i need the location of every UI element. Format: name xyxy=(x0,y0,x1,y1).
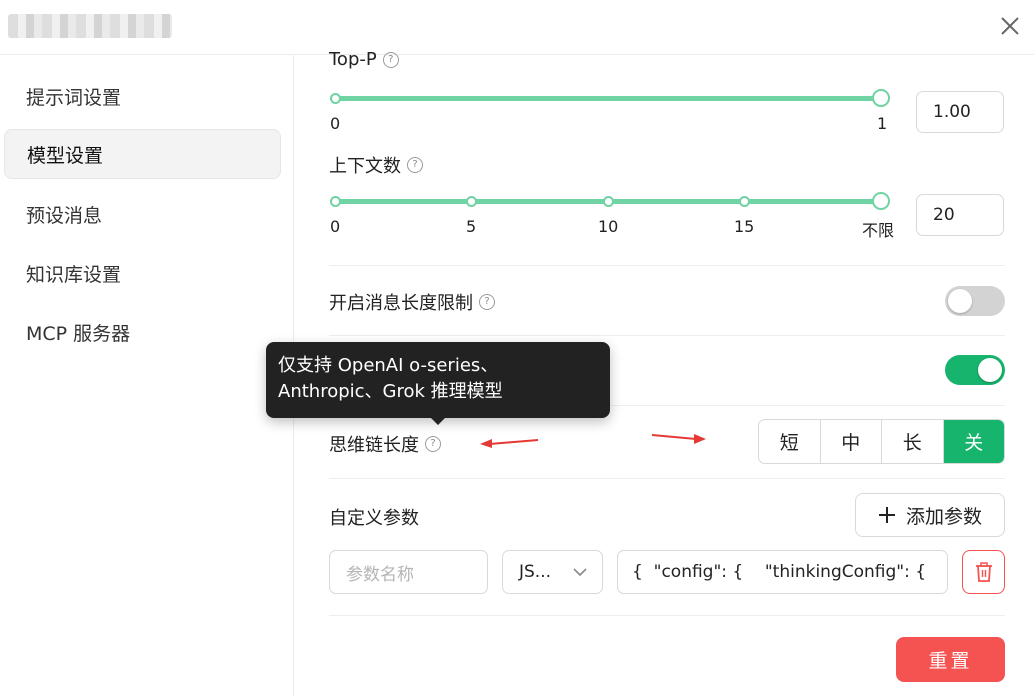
top-p-min-label: 0 xyxy=(330,114,341,133)
reasoning-option-short[interactable]: 短 xyxy=(759,420,821,463)
top-p-label: Top-P ? xyxy=(329,49,399,70)
close-button[interactable] xyxy=(994,10,1026,42)
reasoning-option-long[interactable]: 长 xyxy=(882,420,944,463)
trash-icon xyxy=(975,562,992,582)
context-slider-dot-15 xyxy=(739,196,750,207)
sidebar-item-label: 模型设置 xyxy=(27,144,104,167)
tooltip: 仅支持 OpenAI o-series、Anthropic、Grok 推理模型 xyxy=(266,342,610,418)
toggle-knob xyxy=(948,289,972,313)
top-p-slider-start-dot xyxy=(330,93,341,104)
param-value-text: { "config": { "thinkingConfig": { xyxy=(632,562,927,582)
top-p-label-text: Top-P xyxy=(329,49,377,70)
top-p-max-label: 1 xyxy=(877,114,888,133)
top-p-slider-track[interactable] xyxy=(335,96,881,101)
help-icon[interactable]: ? xyxy=(479,294,495,310)
divider xyxy=(329,335,1005,336)
param-type-value: JS... xyxy=(519,562,552,582)
top-p-input[interactable]: 1.00 xyxy=(916,91,1004,133)
divider xyxy=(329,478,1005,479)
reasoning-length-label-text: 思维链长度 xyxy=(329,435,419,456)
sidebar-item-model-settings[interactable]: 模型设置 xyxy=(4,129,281,179)
add-param-label: 添加参数 xyxy=(905,505,982,528)
help-icon[interactable]: ? xyxy=(407,157,423,173)
divider xyxy=(329,615,1005,616)
reasoning-option-off[interactable]: 关 xyxy=(943,420,1004,463)
tooltip-text: 仅支持 OpenAI o-series、Anthropic、Grok 推理模型 xyxy=(278,355,503,402)
sidebar-item-mcp-server[interactable]: MCP 服务器 xyxy=(4,307,281,357)
sidebar-item-label: 知识库设置 xyxy=(26,263,122,286)
length-limit-label-text: 开启消息长度限制 xyxy=(329,293,473,314)
context-count-label: 上下文数 ? xyxy=(329,152,423,178)
param-name-placeholder: 参数名称 xyxy=(346,564,414,585)
context-count-input-value: 20 xyxy=(933,205,955,225)
context-slider-dot-0 xyxy=(330,196,341,207)
close-icon xyxy=(1001,17,1019,35)
param-name-input[interactable]: 参数名称 xyxy=(329,550,488,594)
sidebar-item-knowledge-base[interactable]: 知识库设置 xyxy=(4,248,281,298)
sidebar-item-preset-messages[interactable]: 预设消息 xyxy=(4,189,281,239)
reset-button[interactable]: 重置 xyxy=(896,637,1005,682)
sidebar-item-label: 提示词设置 xyxy=(26,86,122,109)
left-arrow-annotation-icon xyxy=(480,439,539,448)
reasoning-option-medium[interactable]: 中 xyxy=(821,420,882,463)
dialog-header xyxy=(0,0,1034,55)
context-tick-label: 15 xyxy=(734,217,755,236)
sidebar-item-prompt-settings[interactable]: 提示词设置 xyxy=(4,71,281,121)
context-slider-handle[interactable] xyxy=(872,192,890,210)
param-type-select[interactable]: JS... xyxy=(502,550,603,594)
context-count-label-text: 上下文数 xyxy=(329,156,401,177)
length-limit-toggle[interactable] xyxy=(945,286,1005,316)
help-icon[interactable]: ? xyxy=(425,436,441,452)
divider xyxy=(329,265,1005,266)
top-p-slider-handle[interactable] xyxy=(872,89,890,107)
context-tick-label: 5 xyxy=(466,217,477,236)
right-arrow-annotation-icon xyxy=(651,434,706,444)
custom-params-label: 自定义参数 xyxy=(329,508,419,529)
plus-icon xyxy=(878,507,895,523)
top-p-input-value: 1.00 xyxy=(933,102,971,122)
context-slider-dot-10 xyxy=(603,196,614,207)
add-param-button[interactable]: 添加参数 xyxy=(855,493,1005,537)
tooltip-arrow xyxy=(430,417,446,425)
blurred-dialog-title xyxy=(8,14,172,38)
sidebar-item-label: MCP 服务器 xyxy=(26,322,131,345)
context-tick-label: 10 xyxy=(598,217,619,236)
chevron-down-icon xyxy=(573,568,587,577)
help-icon[interactable]: ? xyxy=(382,51,399,68)
param-value-input[interactable]: { "config": { "thinkingConfig": { xyxy=(617,550,948,594)
context-tick-label: 不限 xyxy=(862,221,895,240)
reasoning-length-segmented-control: 短 中 长 关 xyxy=(758,419,1005,464)
reasoning-length-label: 思维链长度 ? xyxy=(329,431,441,457)
toggle-knob xyxy=(978,358,1002,382)
length-limit-label: 开启消息长度限制 ? xyxy=(329,289,495,315)
delete-param-button[interactable] xyxy=(962,550,1005,594)
context-count-input[interactable]: 20 xyxy=(916,194,1004,236)
context-slider-dot-5 xyxy=(466,196,477,207)
context-tick-label: 0 xyxy=(330,217,341,236)
stream-output-toggle[interactable] xyxy=(945,355,1005,385)
sidebar-item-label: 预设消息 xyxy=(26,204,103,227)
